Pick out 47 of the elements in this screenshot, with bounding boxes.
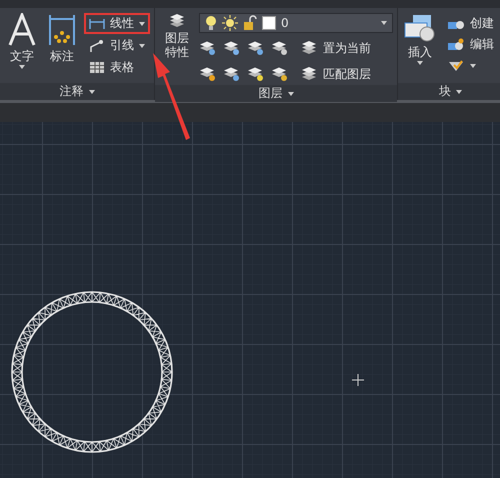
ribbon-small-button[interactable]: 引线 (84, 35, 150, 56)
edit-block-icon (447, 38, 465, 52)
ribbon-small-button[interactable]: 编辑 (442, 34, 499, 55)
linear-dimension-icon (89, 18, 105, 30)
ribbon-small-button[interactable]: 表格 (84, 57, 150, 78)
layer-tool-icon[interactable] (271, 40, 289, 56)
panel-title-bar[interactable]: 块 (398, 83, 500, 100)
dropdown-caret-icon[interactable] (19, 65, 25, 69)
dropdown-caret-icon[interactable] (88, 90, 94, 94)
ribbon-large-button[interactable]: 标注 (44, 11, 80, 83)
layer-tool-icon[interactable] (199, 66, 217, 82)
ribbon-large-button[interactable]: 文字 (4, 11, 40, 83)
insert-block-icon (403, 13, 437, 43)
ribbon-small-button[interactable]: 创建 (442, 13, 499, 34)
dimension-icon (47, 13, 77, 47)
dropdown-caret-icon[interactable] (456, 90, 462, 94)
table-icon (89, 61, 105, 74)
letter-a-icon (7, 13, 37, 47)
dropdown-caret-icon[interactable] (417, 61, 423, 65)
layer-tool-icon[interactable] (247, 66, 265, 82)
ribbon-small-button[interactable]: 匹配图层 (295, 64, 376, 84)
dropdown-caret-icon[interactable] (288, 92, 294, 96)
attribute-icon (447, 58, 465, 72)
sun-icon (222, 15, 238, 31)
ribbon-small-button[interactable]: 线性 (84, 13, 150, 34)
dropdown-caret-icon[interactable] (381, 21, 387, 25)
panel-title-bar[interactable]: 图层 (155, 85, 397, 102)
ribbon-large-button[interactable]: 插入 (402, 11, 438, 83)
layer-dropdown[interactable]: 0 (199, 13, 393, 33)
layer-tool-icon[interactable] (199, 40, 217, 56)
layer-stack-icon (300, 66, 318, 82)
ribbon-small-button[interactable]: 置为当前 (295, 38, 376, 58)
layer-stack-icon (300, 40, 318, 56)
color-swatch-icon (262, 16, 276, 30)
dropdown-caret-icon[interactable] (139, 22, 145, 26)
lightbulb-icon (205, 15, 217, 31)
dropdown-caret-icon[interactable] (470, 64, 476, 68)
layer-tool-icon[interactable] (223, 40, 241, 56)
crosshair-cursor-icon (352, 374, 364, 386)
layer-tool-icon[interactable] (271, 66, 289, 82)
layer-tool-icon[interactable] (247, 40, 265, 56)
padlock-icon (243, 15, 257, 31)
leader-icon (89, 38, 105, 52)
panel-title-bar[interactable]: 注释 (0, 83, 154, 100)
layer-tool-icon[interactable] (223, 66, 241, 82)
dropdown-caret-icon[interactable] (139, 44, 145, 48)
layer-stack-icon (168, 13, 186, 29)
